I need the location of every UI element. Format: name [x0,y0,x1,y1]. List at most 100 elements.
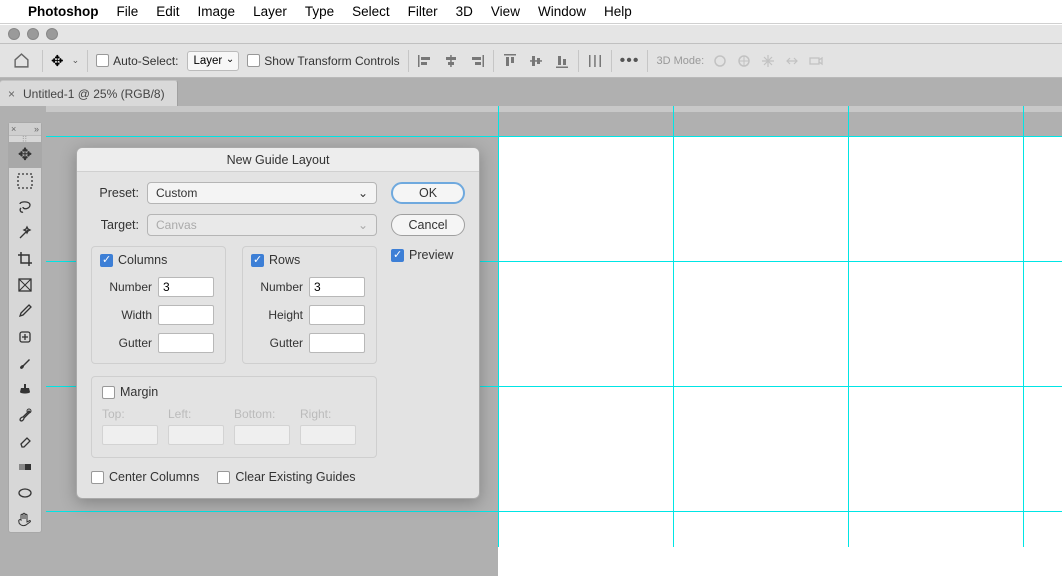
rectangle-tool[interactable] [9,480,41,506]
rows-number-input[interactable] [309,277,365,297]
brush-tool[interactable] [9,350,41,376]
auto-select-checkbox[interactable]: Auto-Select: [96,54,178,68]
menu-type[interactable]: Type [305,4,334,19]
close-tab-icon[interactable]: × [8,87,15,101]
minimize-window-button[interactable] [27,28,39,40]
clear-guides-checkbox[interactable]: Clear Existing Guides [217,470,355,484]
separator [42,50,43,72]
align-vcenter-icon[interactable] [528,53,544,69]
zoom-window-button[interactable] [46,28,58,40]
preview-checkbox[interactable]: Preview [391,248,465,262]
clone-stamp-tool[interactable] [9,376,41,402]
guide-horizontal[interactable] [46,511,1062,512]
guide-vertical[interactable] [848,106,849,547]
gradient-tool[interactable] [9,454,41,480]
margin-right-label: Right: [300,407,331,421]
show-transform-checkbox[interactable]: Show Transform Controls [247,54,399,68]
document-tabbar: × Untitled-1 @ 25% (RGB/8) [0,78,1062,106]
menu-view[interactable]: View [491,4,520,19]
rows-gutter-input[interactable] [309,333,365,353]
columns-width-input[interactable] [158,305,214,325]
show-transform-label: Show Transform Controls [264,54,399,68]
dialog-title: New Guide Layout [77,148,479,172]
eraser-tool[interactable] [9,428,41,454]
marquee-tool[interactable] [9,168,41,194]
margin-bottom-input [234,425,290,445]
menu-image[interactable]: Image [198,4,236,19]
rows-number-label: Number [251,280,303,294]
hand-tool[interactable] [9,506,41,532]
align-bottom-icon[interactable] [554,53,570,69]
columns-number-input[interactable] [158,277,214,297]
ok-button[interactable]: OK [391,182,465,204]
healing-brush-tool[interactable] [9,324,41,350]
3d-pan-icon[interactable] [760,53,776,69]
columns-title: Columns [118,253,167,267]
align-left-icon[interactable] [417,53,433,69]
eyedropper-tool[interactable] [9,298,41,324]
preset-dropdown[interactable]: Custom⌄ [147,182,377,204]
app-menu[interactable]: Photoshop [28,4,99,19]
target-label: Target: [91,218,139,232]
magic-wand-tool[interactable] [9,220,41,246]
rows-gutter-label: Gutter [251,336,303,350]
cancel-button[interactable]: Cancel [391,214,465,236]
3d-roll-icon[interactable] [736,53,752,69]
menu-3d[interactable]: 3D [456,4,473,19]
menu-layer[interactable]: Layer [253,4,287,19]
home-button[interactable] [8,49,34,73]
history-brush-tool[interactable] [9,402,41,428]
close-panel-icon[interactable]: × [11,124,16,134]
frame-tool[interactable] [9,272,41,298]
move-tool[interactable]: ✥ [9,142,41,168]
columns-checkbox[interactable] [100,254,113,267]
margin-left-label: Left: [168,407,191,421]
separator [493,50,494,72]
align-hcenter-icon[interactable] [443,53,459,69]
rows-group: Rows Number Height Gutter [242,246,377,364]
columns-gutter-input[interactable] [158,333,214,353]
auto-select-target-dropdown[interactable]: Layer [187,51,240,71]
new-guide-layout-dialog: New Guide Layout OK Cancel Preview Prese… [76,147,480,499]
distribute-icon[interactable] [587,53,603,69]
preview-label: Preview [409,248,453,262]
3d-mode-icons [712,53,824,69]
more-options-icon[interactable]: ••• [620,52,640,70]
3d-orbit-icon[interactable] [712,53,728,69]
menu-filter[interactable]: Filter [408,4,438,19]
menu-select[interactable]: Select [352,4,390,19]
close-window-button[interactable] [8,28,20,40]
document-tab[interactable]: × Untitled-1 @ 25% (RGB/8) [0,80,178,106]
expand-panel-icon[interactable]: » [34,124,39,134]
margin-checkbox[interactable] [102,386,115,399]
separator [647,50,648,72]
center-columns-checkbox[interactable]: Center Columns [91,470,199,484]
margin-top-label: Top: [102,407,125,421]
margin-title: Margin [120,385,158,399]
menu-file[interactable]: File [117,4,139,19]
guide-horizontal[interactable] [46,136,1062,137]
rows-checkbox[interactable] [251,254,264,267]
rows-height-input[interactable] [309,305,365,325]
menu-help[interactable]: Help [604,4,632,19]
3d-slide-icon[interactable] [784,53,800,69]
3d-camera-icon[interactable] [808,53,824,69]
preset-label: Preset: [91,186,139,200]
menu-window[interactable]: Window [538,4,586,19]
align-icons-group [417,53,485,69]
margin-top-input [102,425,158,445]
guide-vertical[interactable] [498,106,499,547]
align-right-icon[interactable] [469,53,485,69]
guide-vertical[interactable] [673,106,674,547]
columns-number-label: Number [100,280,152,294]
tool-preset-dropdown[interactable]: ⌄ [72,55,80,66]
columns-group: Columns Number Width Gutter [91,246,226,364]
lasso-tool[interactable] [9,194,41,220]
margin-left-input [168,425,224,445]
menu-edit[interactable]: Edit [156,4,179,19]
guide-vertical[interactable] [1023,106,1024,547]
crop-tool[interactable] [9,246,41,272]
macos-menubar: Photoshop File Edit Image Layer Type Sel… [0,0,1062,24]
document-canvas[interactable] [498,136,1062,576]
align-top-icon[interactable] [502,53,518,69]
